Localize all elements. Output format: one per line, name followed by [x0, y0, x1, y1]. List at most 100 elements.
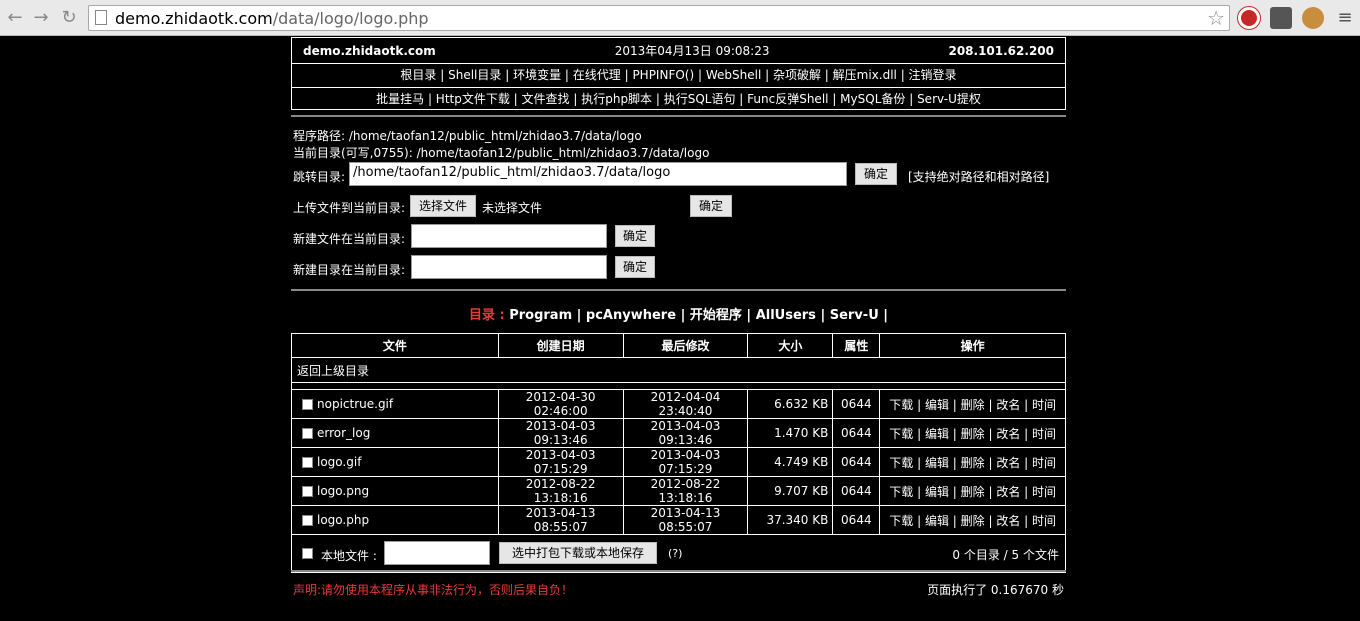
help-link[interactable]: (?)	[668, 547, 682, 560]
quick-dir-link[interactable]: Program	[509, 308, 572, 323]
file-checkbox[interactable]	[302, 515, 313, 526]
created-date: 2012-04-30 02:46:00	[497, 389, 624, 419]
file-action-link[interactable]: 删除	[961, 456, 985, 470]
incognito-icon[interactable]	[1270, 7, 1292, 29]
file-cell: error_log	[291, 418, 499, 448]
address-bar[interactable]: demo.zhidaotk.com/data/logo/logo.php ☆	[88, 5, 1230, 31]
file-name-link[interactable]: logo.php	[317, 513, 369, 527]
file-action-link[interactable]: 改名	[996, 485, 1020, 499]
tools-menu-item[interactable]: 批量挂马	[376, 92, 424, 106]
file-perm: 0644	[832, 389, 881, 419]
file-name-link[interactable]: error_log	[317, 426, 370, 440]
file-action-link[interactable]: 编辑	[925, 456, 949, 470]
local-file-input[interactable]	[384, 541, 490, 565]
file-action-link[interactable]: 时间	[1032, 514, 1056, 528]
tools-menu-item[interactable]: 执行php脚本	[581, 92, 652, 106]
tools-menu-item[interactable]: Http文件下载	[436, 92, 510, 106]
main-menu-item[interactable]: WebShell	[706, 68, 761, 82]
file-action-link[interactable]: 下载	[889, 456, 913, 470]
file-action-link[interactable]: 删除	[961, 427, 985, 441]
file-checkbox[interactable]	[302, 428, 313, 439]
parent-dir-link[interactable]: 返回上级目录	[291, 357, 1066, 383]
file-action-link[interactable]: 编辑	[925, 398, 949, 412]
file-checkbox[interactable]	[302, 399, 313, 410]
new-dir-input[interactable]	[411, 255, 607, 279]
quick-dir-link[interactable]: pcAnywhere	[586, 308, 676, 323]
file-name-link[interactable]: logo.gif	[317, 455, 361, 469]
tools-menu-item[interactable]: MySQL备份	[840, 92, 905, 106]
file-perm: 0644	[832, 447, 881, 477]
file-action-link[interactable]: 编辑	[925, 485, 949, 499]
file-action-link[interactable]: 时间	[1032, 485, 1056, 499]
forward-icon[interactable]: →	[30, 7, 52, 29]
main-menu-item[interactable]: 环境变量	[513, 68, 561, 82]
quick-dir-link[interactable]: AllUsers	[756, 308, 816, 323]
action-separator: |	[948, 397, 961, 412]
action-separator: |	[913, 484, 925, 499]
back-icon[interactable]: ←	[4, 7, 26, 29]
main-menu-item[interactable]: 根目录	[400, 68, 436, 82]
new-dir-ok-button[interactable]: 确定	[615, 256, 655, 278]
header-row: demo.zhidaotk.com 2013年04月13日 09:08:23 2…	[292, 38, 1065, 63]
upload-ok-button[interactable]: 确定	[690, 195, 732, 217]
file-action-link[interactable]: 编辑	[925, 514, 949, 528]
spacer-row	[291, 382, 1066, 390]
tools-menu-item[interactable]: Func反弹Shell	[747, 92, 828, 106]
new-file-ok-button[interactable]: 确定	[615, 225, 655, 247]
modified-date: 2013-04-03 09:13:46	[622, 418, 749, 448]
file-action-link[interactable]: 改名	[996, 514, 1020, 528]
file-action-link[interactable]: 删除	[961, 485, 985, 499]
file-action-link[interactable]: 时间	[1032, 456, 1056, 470]
action-separator: |	[984, 426, 997, 441]
header-box: demo.zhidaotk.com 2013年04月13日 09:08:23 2…	[291, 37, 1066, 110]
bookmark-star-icon[interactable]: ☆	[1207, 6, 1225, 30]
file-action-link[interactable]: 下载	[889, 514, 913, 528]
file-action-link[interactable]: 时间	[1032, 427, 1056, 441]
jump-ok-button[interactable]: 确定	[855, 163, 897, 185]
file-checkbox[interactable]	[302, 457, 313, 468]
choose-file-button[interactable]: 选择文件	[410, 195, 476, 217]
dir-separator: |	[878, 308, 889, 323]
new-file-input[interactable]	[411, 224, 607, 248]
reload-icon[interactable]: ↻	[58, 7, 80, 29]
action-separator: |	[1020, 513, 1033, 528]
main-menu-item[interactable]: Shell目录	[448, 68, 501, 82]
file-action-link[interactable]: 编辑	[925, 427, 949, 441]
pack-download-button[interactable]: 选中打包下载或本地保存	[499, 542, 657, 564]
menu-separator: |	[905, 92, 918, 106]
file-action-link[interactable]: 改名	[996, 427, 1020, 441]
file-action-link[interactable]: 时间	[1032, 398, 1056, 412]
file-actions: 下载 | 编辑 | 删除 | 改名 | 时间	[879, 447, 1066, 477]
file-action-link[interactable]: 改名	[996, 398, 1020, 412]
file-name-link[interactable]: nopictrue.gif	[317, 397, 393, 411]
quick-dir-link[interactable]: Serv-U	[830, 308, 879, 323]
file-action-link[interactable]: 下载	[889, 398, 913, 412]
local-file-label: 本地文件 :	[321, 549, 377, 563]
main-menu-item[interactable]: PHPINFO()	[632, 68, 694, 82]
file-action-link[interactable]: 下载	[889, 427, 913, 441]
quick-dir-link[interactable]: 开始程序	[690, 308, 742, 323]
file-size: 1.470 KB	[747, 418, 834, 448]
tools-menu-item[interactable]: 执行SQL语句	[664, 92, 736, 106]
tools-menu-item[interactable]: Serv-U提权	[917, 92, 981, 106]
file-action-link[interactable]: 删除	[961, 398, 985, 412]
menu-icon[interactable]: ≡	[1334, 7, 1356, 29]
cookie-icon[interactable]	[1302, 7, 1324, 29]
jump-dir-input[interactable]: /home/taofan12/public_html/zhidao3.7/dat…	[349, 162, 847, 186]
tools-menu-item[interactable]: 文件查找	[522, 92, 570, 106]
adblock-icon[interactable]	[1238, 7, 1260, 29]
file-action-link[interactable]: 删除	[961, 514, 985, 528]
main-menu-item[interactable]: 杂项破解	[773, 68, 821, 82]
select-all-checkbox[interactable]	[302, 548, 313, 559]
column-header: 大小	[747, 333, 834, 358]
file-checkbox[interactable]	[302, 486, 313, 497]
file-action-link[interactable]: 改名	[996, 456, 1020, 470]
file-name-link[interactable]: logo.png	[317, 484, 369, 498]
main-menu-item[interactable]: 在线代理	[573, 68, 621, 82]
main-menu-item[interactable]: 解压mix.dll	[833, 68, 897, 82]
new-file-label: 新建文件在当前目录:	[293, 232, 406, 246]
main-menu-item[interactable]: 注销登录	[909, 68, 957, 82]
file-action-link[interactable]: 下载	[889, 485, 913, 499]
parent-row: 返回上级目录	[291, 357, 1066, 383]
upload-label: 上传文件到当前目录:	[293, 201, 406, 215]
